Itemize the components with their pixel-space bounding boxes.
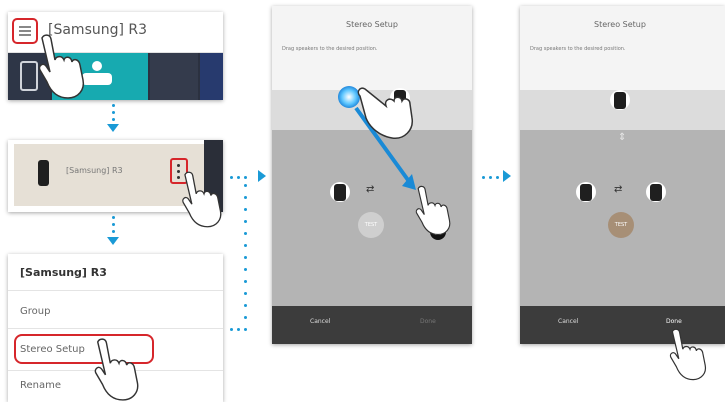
speaker-icon <box>38 160 49 186</box>
tap-hand-icon <box>669 328 707 381</box>
tap-hand-icon <box>38 34 85 99</box>
bottom-action-bar <box>272 306 472 344</box>
tile-blue[interactable] <box>200 53 223 100</box>
cancel-button[interactable]: Cancel <box>558 318 578 325</box>
left-speaker-icon[interactable] <box>580 184 592 201</box>
flow-arrow-right-1 <box>258 170 266 182</box>
instruction-text: Drag speakers to the desired position. <box>282 46 378 52</box>
tap-hand-icon <box>357 87 413 139</box>
swap-icon[interactable]: ⇄ <box>366 184 374 195</box>
right-speaker-icon[interactable] <box>650 184 662 201</box>
flow-arrow-right-2 <box>503 170 511 182</box>
menu-item-stereo-setup[interactable]: Stereo Setup <box>20 344 85 355</box>
swap-icon[interactable]: ⇄ <box>614 184 622 195</box>
screen-title: Stereo Setup <box>594 20 646 29</box>
speaker-name: [Samsung] R3 <box>66 166 123 175</box>
done-button[interactable]: Done <box>666 318 682 325</box>
stereo-setup-screen-after: Stereo Setup Drag speakers to the desire… <box>520 6 725 381</box>
menu-title: [Samsung] R3 <box>20 266 107 279</box>
connection-arrow-icon: ⇕ <box>618 132 627 143</box>
stereo-setup-screen-before: Stereo Setup Drag speakers to the desire… <box>272 6 472 344</box>
test-button[interactable]: TEST <box>608 212 634 238</box>
test-button[interactable]: TEST <box>358 212 384 238</box>
menu-divider <box>8 328 223 329</box>
flow-arrow-down-1 <box>107 124 119 132</box>
context-menu-panel: [Samsung] R3 Group Stereo Setup Rename <box>8 254 223 402</box>
tap-hand-icon <box>94 338 139 401</box>
tap-hand-icon <box>415 185 451 236</box>
left-speaker-icon[interactable] <box>334 184 346 201</box>
screen-title: Stereo Setup <box>346 20 398 29</box>
speaker-card-panel: [Samsung] R3 <box>8 140 223 228</box>
cancel-button[interactable]: Cancel <box>310 318 330 325</box>
speaker-icon[interactable] <box>614 92 626 109</box>
menu-item-group[interactable]: Group <box>20 306 50 317</box>
flow-connector-2 <box>112 216 115 236</box>
flow-connector-1 <box>112 104 115 124</box>
tap-hand-icon <box>182 171 222 228</box>
done-button[interactable]: Done <box>420 318 436 325</box>
tile-dark[interactable] <box>150 53 198 100</box>
app-header-panel: [Samsung] R3 <box>8 12 223 100</box>
flow-arrow-down-2 <box>107 237 119 245</box>
menu-divider <box>8 290 223 291</box>
flow-connector-3 <box>228 176 258 336</box>
menu-item-rename[interactable]: Rename <box>20 380 61 391</box>
instruction-text: Drag speakers to the desired position. <box>530 46 626 52</box>
